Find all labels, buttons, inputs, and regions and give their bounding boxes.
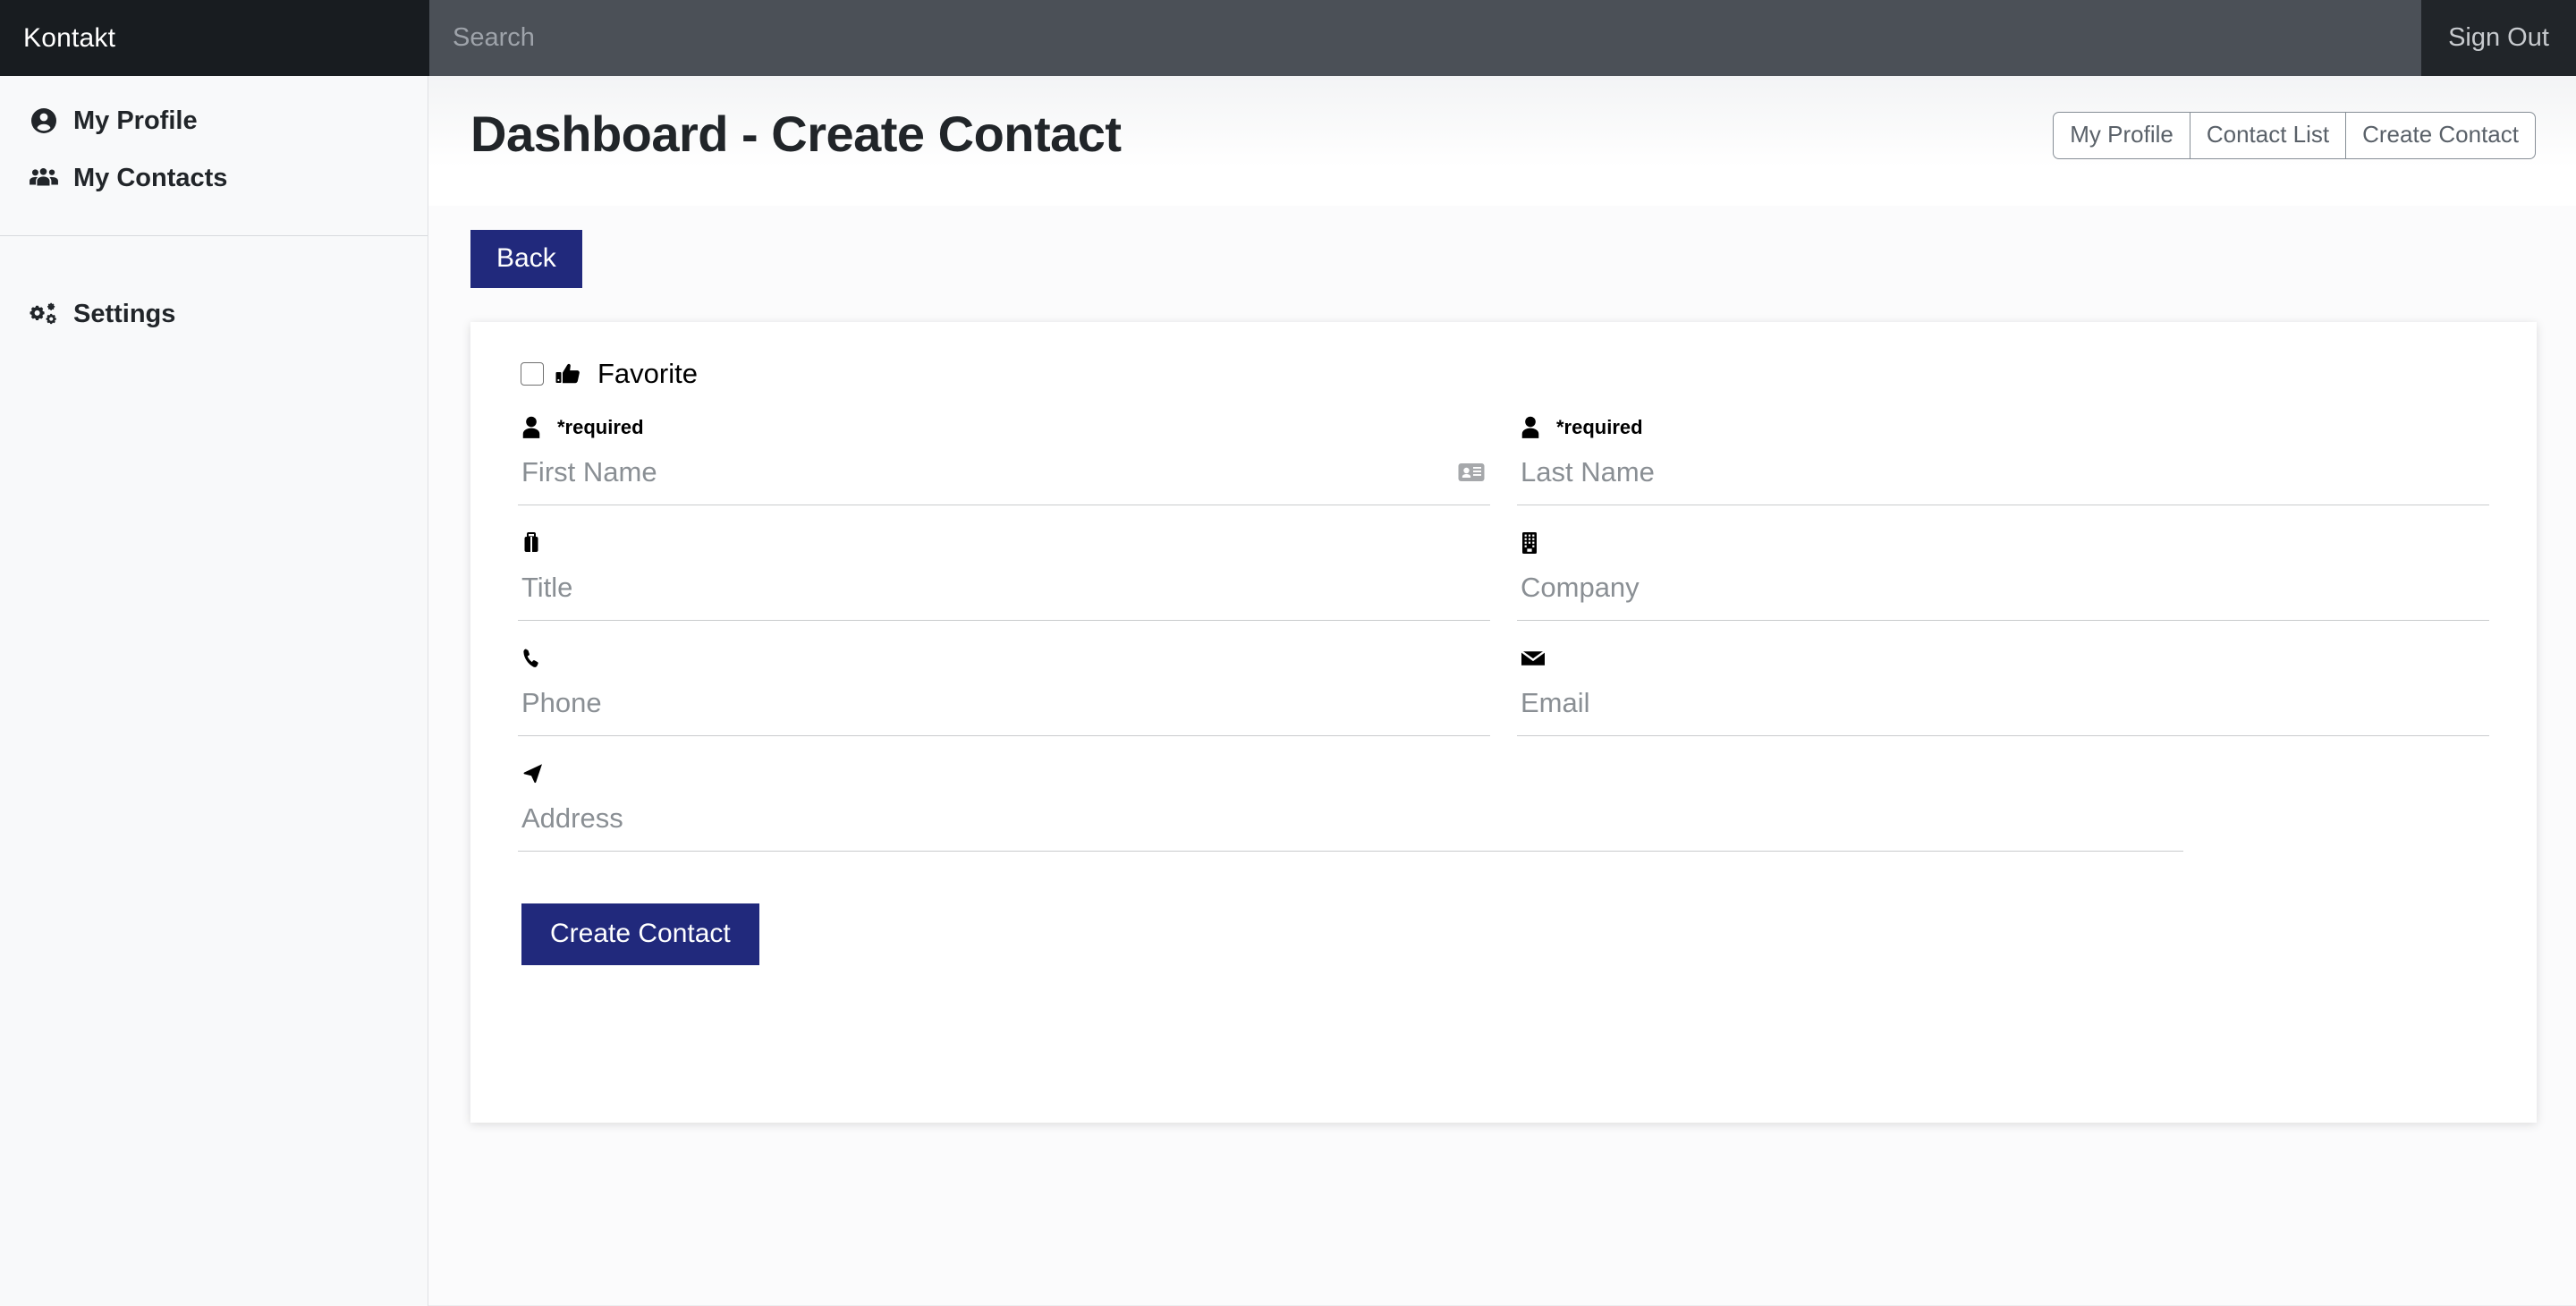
input-line-address bbox=[518, 797, 2183, 852]
field-last-name: *required bbox=[1517, 410, 2489, 525]
contact-fields-grid: *required bbox=[504, 410, 2503, 871]
field-col-last-name: *required bbox=[1504, 410, 2503, 525]
brand-label: Kontakt bbox=[23, 23, 115, 54]
sidebar-item-my-profile[interactable]: My Profile bbox=[0, 92, 428, 149]
address-input[interactable] bbox=[518, 797, 2183, 851]
favorite-label: Favorite bbox=[597, 358, 698, 390]
field-address bbox=[518, 756, 2183, 871]
field-col-title bbox=[504, 525, 1504, 640]
field-label-row-company bbox=[1517, 525, 2489, 561]
address-card-icon[interactable] bbox=[1453, 462, 1490, 494]
field-company bbox=[1517, 525, 2489, 640]
sign-out-label: Sign Out bbox=[2448, 23, 2549, 53]
input-line-last-name bbox=[1517, 451, 2489, 505]
field-email bbox=[1517, 640, 2489, 756]
sidebar-secondary-group: Settings bbox=[0, 236, 428, 343]
field-label-row-first-name: *required bbox=[518, 410, 1490, 445]
field-label-row-phone bbox=[518, 640, 1490, 676]
cogs-icon bbox=[29, 299, 59, 329]
company-input[interactable] bbox=[1517, 566, 2489, 620]
user-icon bbox=[521, 415, 548, 440]
sidebar-item-my-contacts-label: My Contacts bbox=[73, 164, 227, 193]
sidebar-item-settings-label: Settings bbox=[73, 300, 175, 329]
phone-input[interactable] bbox=[518, 682, 1490, 735]
envelope-icon bbox=[1521, 649, 1547, 668]
sidebar-item-my-profile-label: My Profile bbox=[73, 106, 198, 136]
sidebar-primary-group: My Profile My Contacts bbox=[0, 76, 428, 236]
page-title: Dashboard - Create Contact bbox=[470, 105, 1122, 163]
input-line-phone bbox=[518, 682, 1490, 736]
brand-logo[interactable]: Kontakt bbox=[0, 0, 429, 76]
sidebar-item-settings[interactable]: Settings bbox=[0, 285, 428, 343]
back-button[interactable]: Back bbox=[470, 230, 582, 288]
nav-button-my-profile[interactable]: My Profile bbox=[2053, 112, 2190, 159]
top-navigation-bar: Kontakt Sign Out bbox=[0, 0, 2576, 76]
nav-button-create-contact[interactable]: Create Contact bbox=[2345, 112, 2536, 159]
favorite-row: Favorite bbox=[504, 358, 2503, 390]
create-contact-submit-button[interactable]: Create Contact bbox=[521, 903, 759, 965]
sign-out-button[interactable]: Sign Out bbox=[2421, 0, 2576, 76]
field-col-email bbox=[1504, 640, 2503, 756]
building-icon bbox=[1521, 531, 1547, 555]
submit-row: Create Contact bbox=[504, 871, 2503, 965]
field-phone bbox=[518, 640, 1490, 756]
input-line-company bbox=[1517, 566, 2489, 621]
nav-button-contact-list[interactable]: Contact List bbox=[2190, 112, 2346, 159]
briefcase-icon bbox=[521, 532, 548, 554]
first-name-input[interactable] bbox=[518, 451, 1453, 505]
sidebar-item-my-contacts[interactable]: My Contacts bbox=[0, 149, 428, 207]
main-content: Dashboard - Create Contact My Profile Co… bbox=[428, 76, 2576, 1306]
input-line-email bbox=[1517, 682, 2489, 736]
search-input[interactable] bbox=[453, 23, 2421, 53]
create-contact-form-card: Favorite *required bbox=[470, 322, 2537, 1123]
field-hint-first-name: *required bbox=[557, 416, 644, 439]
field-label-row-email bbox=[1517, 640, 2489, 676]
input-line-title bbox=[518, 566, 1490, 621]
location-arrow-icon bbox=[521, 762, 548, 785]
field-label-row-title bbox=[518, 525, 1490, 561]
title-input[interactable] bbox=[518, 566, 1490, 620]
back-button-row: Back bbox=[428, 206, 2576, 288]
field-col-first-name: *required bbox=[504, 410, 1504, 525]
page-header: Dashboard - Create Contact My Profile Co… bbox=[428, 76, 2576, 206]
input-line-first-name bbox=[518, 451, 1490, 505]
users-icon bbox=[29, 163, 59, 193]
field-col-phone bbox=[504, 640, 1504, 756]
favorite-checkbox[interactable] bbox=[521, 362, 544, 386]
thumbs-up-icon bbox=[555, 360, 586, 387]
field-label-row-last-name: *required bbox=[1517, 410, 2489, 445]
field-first-name: *required bbox=[518, 410, 1490, 525]
user-icon bbox=[1521, 415, 1547, 440]
search-container bbox=[429, 0, 2421, 76]
user-circle-icon bbox=[29, 106, 59, 136]
field-title bbox=[518, 525, 1490, 640]
sidebar: My Profile My Contacts bbox=[0, 76, 428, 1306]
page-nav-button-group: My Profile Contact List Create Contact bbox=[2053, 112, 2536, 159]
last-name-input[interactable] bbox=[1517, 451, 2489, 505]
phone-icon bbox=[521, 648, 548, 669]
email-input[interactable] bbox=[1517, 682, 2489, 735]
field-col-address bbox=[504, 756, 2503, 871]
field-hint-last-name: *required bbox=[1556, 416, 1643, 439]
field-col-company bbox=[1504, 525, 2503, 640]
field-label-row-address bbox=[518, 756, 2183, 792]
